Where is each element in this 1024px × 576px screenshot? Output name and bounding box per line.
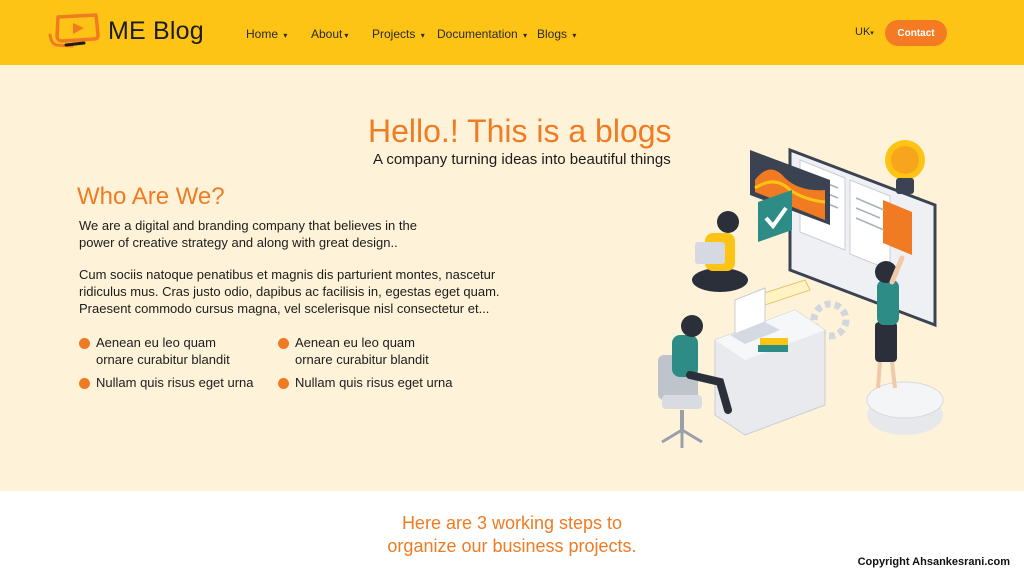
caret-down-icon: ▾	[344, 31, 349, 40]
nav-blogs-label: Blogs	[537, 27, 568, 41]
list-item-line: Aenean eu leo quam	[96, 335, 216, 350]
list-item: Nullam quis risus eget urna	[278, 374, 453, 391]
caret-down-icon: ▾	[523, 31, 528, 40]
contact-button[interactable]: Contact	[885, 20, 947, 46]
section-title: Who Are We?	[77, 183, 225, 210]
steps-heading-line: Here are 3 working steps to	[401, 513, 623, 533]
caret-down-icon: ▾	[870, 30, 874, 37]
list-item-line: ornare curabitur blandit	[96, 352, 230, 367]
body-paragraph: Cum sociis natoque penatibus et magnis d…	[79, 267, 500, 316]
steps-heading: Here are 3 working steps to organize our…	[0, 512, 1024, 558]
nav-projects-label: Projects	[372, 27, 416, 41]
list-item-line: ornare curabitur blandit	[295, 352, 429, 367]
copyright-watermark: Copyright Ahsankesrani.com	[857, 556, 1010, 568]
nav-home[interactable]: Home ▾	[246, 27, 287, 41]
orange-dot-icon	[278, 378, 289, 389]
brand-name[interactable]: ME Blog	[108, 17, 204, 46]
office-team-illustration	[658, 140, 944, 448]
hero-subtitle: A company turning ideas into beautiful t…	[373, 151, 671, 168]
intro-paragraph: We are a digital and branding company th…	[79, 218, 417, 250]
list-item-line: Nullam quis risus eget urna	[96, 375, 254, 390]
language-label: UK	[855, 26, 871, 38]
nav-documentation[interactable]: Documentation ▾	[437, 27, 527, 41]
orange-dot-icon	[79, 378, 90, 389]
list-item-line: Aenean eu leo quam	[295, 335, 415, 350]
caret-down-icon: ▾	[420, 31, 425, 40]
nav-home-label: Home	[246, 27, 279, 41]
list-item: Aenean eu leo quam ornare curabitur blan…	[79, 334, 230, 368]
nav-projects[interactable]: Projects ▾	[372, 27, 425, 41]
orange-dot-icon	[79, 338, 90, 349]
nav-documentation-label: Documentation	[437, 27, 518, 41]
nav-blogs[interactable]: Blogs ▾	[537, 27, 576, 41]
orange-dot-icon	[278, 338, 289, 349]
site-header: ME Blog Home ▾ About ▾ Projects ▾ Documen…	[0, 0, 1024, 65]
nav-about-label: About	[311, 27, 343, 41]
language-selector[interactable]: UK▾	[855, 26, 874, 38]
caret-down-icon: ▾	[572, 31, 577, 40]
list-item: Nullam quis risus eget urna	[79, 374, 254, 391]
list-item-line: Nullam quis risus eget urna	[295, 375, 453, 390]
nav-about[interactable]: About ▾	[311, 27, 348, 41]
steps-heading-line: organize our business projects.	[387, 536, 637, 556]
list-item: Aenean eu leo quam ornare curabitur blan…	[278, 334, 429, 368]
caret-down-icon: ▾	[283, 31, 288, 40]
logo-icon[interactable]	[48, 13, 102, 49]
hero-title: Hello.! This is a blogs	[368, 113, 672, 149]
